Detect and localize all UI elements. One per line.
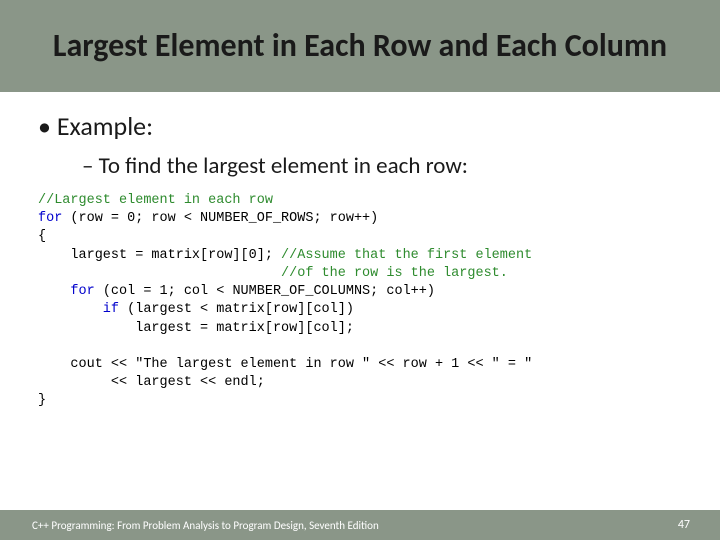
code-text: cout << "The largest element in row " <<… (38, 357, 532, 372)
page-number: 47 (670, 515, 698, 535)
content-area: Example: To find the largest element in … (0, 92, 720, 411)
footer-bar: C++ Programming: From Problem Analysis t… (0, 510, 720, 540)
code-text: largest = matrix[row][col]; (38, 321, 354, 336)
slide-title: Largest Element in Each Row and Each Col… (53, 28, 667, 65)
code-text: (row = 0; row < NUMBER_OF_ROWS; row++) (62, 211, 378, 226)
code-text: (col = 1; col < NUMBER_OF_COLUMNS; col++… (95, 284, 435, 299)
bullet-example: Example: (38, 110, 692, 142)
footer-text: C++ Programming: From Problem Analysis t… (32, 519, 379, 532)
code-block: //Largest element in each row for (row =… (28, 192, 692, 411)
code-text: largest = matrix[row][0]; (38, 248, 281, 263)
code-keyword-for: for (38, 284, 95, 299)
title-bar: Largest Element in Each Row and Each Col… (0, 0, 720, 92)
code-text: { (38, 229, 46, 244)
code-comment: //Largest element in each row (38, 193, 273, 208)
code-comment: //of the row is the largest. (38, 266, 508, 281)
code-keyword-for: for (38, 211, 62, 226)
code-text: << largest << endl; (38, 375, 265, 390)
code-comment: //Assume that the first element (281, 248, 532, 263)
bullet-sub: To find the largest element in each row: (82, 152, 692, 180)
code-keyword-if: if (38, 302, 119, 317)
code-text: } (38, 393, 46, 408)
code-text: (largest < matrix[row][col]) (119, 302, 354, 317)
